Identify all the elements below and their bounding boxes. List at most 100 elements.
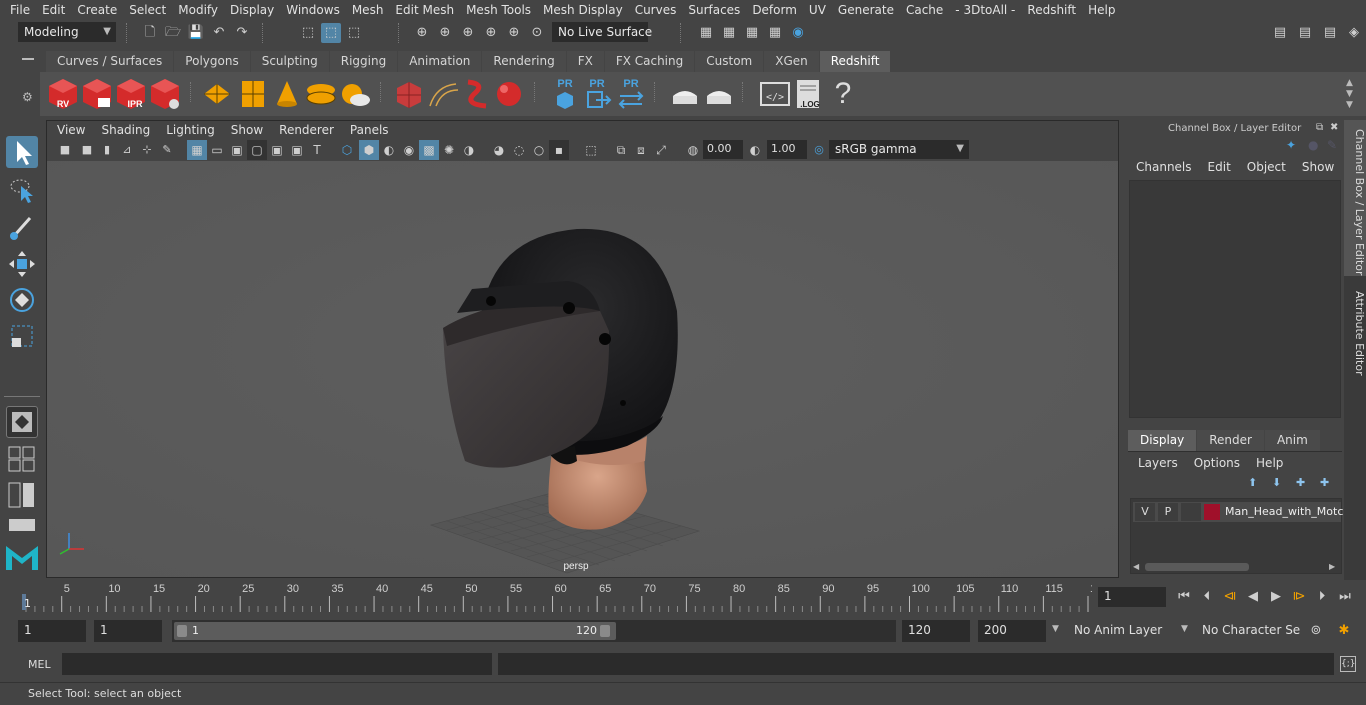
shelf-scroll-icon[interactable]: ▲ ▼ ▼ <box>1346 78 1353 111</box>
channel-menu-show[interactable]: Show <box>1294 160 1342 174</box>
gamma-icon[interactable]: ◐ <box>745 140 765 160</box>
side-tab-channel-box[interactable]: Channel Box / Layer Editor <box>1344 120 1366 276</box>
gate-mask-icon[interactable]: ▢ <box>247 140 267 160</box>
undo-icon[interactable]: ↶ <box>209 23 229 43</box>
layer-menu-options[interactable]: Options <box>1186 456 1248 470</box>
menu-redshift[interactable]: Redshift <box>1021 3 1082 17</box>
shelf-tab-rendering[interactable]: Rendering <box>482 51 566 72</box>
menu-help[interactable]: Help <box>1082 3 1121 17</box>
menu-deform[interactable]: Deform <box>746 3 803 17</box>
menu-uv[interactable]: UV <box>803 3 832 17</box>
redshift-sun-sky-icon[interactable] <box>338 76 372 112</box>
scene-start-field[interactable]: 1 <box>18 620 86 642</box>
menu-select[interactable]: Select <box>123 3 172 17</box>
move-layer-up-icon[interactable]: ⬆ <box>1248 476 1257 489</box>
isolate-select-icon[interactable]: ⬚ <box>581 140 601 160</box>
antialias-icon[interactable]: ○ <box>529 140 549 160</box>
anim-prefs-icon[interactable]: ✱ <box>1334 621 1354 641</box>
xray-components-icon[interactable]: ⤢ <box>651 140 671 160</box>
shadows-icon[interactable]: ◑ <box>459 140 479 160</box>
2d-pan-icon[interactable]: ⊹ <box>137 140 157 160</box>
layer-name[interactable]: Man_Head_with_Motc <box>1225 505 1343 518</box>
tool-settings-icon[interactable]: ▤ <box>1320 23 1340 43</box>
snap-pivot-icon[interactable]: ⊙ <box>527 23 547 43</box>
channel-menu-channels[interactable]: Channels <box>1128 160 1200 174</box>
menu-display[interactable]: Display <box>224 3 280 17</box>
script-editor-button-icon[interactable]: {;} <box>1340 656 1356 672</box>
shelf-tab-redshift[interactable]: Redshift <box>819 51 891 72</box>
range-end-grip[interactable] <box>600 625 610 637</box>
character-set-dropdown[interactable]: No Character Set <box>1196 620 1300 642</box>
time-slider[interactable]: 5 10 15 20 25 30 35 40 45 50 55 60 65 70 75 80 85 90 95 100… <box>0 580 1366 614</box>
safe-action-icon[interactable]: ▣ <box>287 140 307 160</box>
side-tab-attribute-editor[interactable]: Attribute Editor <box>1344 280 1366 380</box>
layer-menu-help[interactable]: Help <box>1248 456 1291 470</box>
layer-scrollbar[interactable]: ◀ ▶ <box>1133 561 1339 572</box>
hyper-icon[interactable]: ✎ <box>1327 138 1337 152</box>
bookmark-icon[interactable]: ▮ <box>97 140 117 160</box>
redshift-batch-icon[interactable] <box>80 76 114 112</box>
menu-windows[interactable]: Windows <box>280 3 346 17</box>
play-forwards-icon[interactable]: ▶ <box>1266 587 1286 607</box>
shelf-tab-polygons[interactable]: Polygons <box>174 51 250 72</box>
xray-icon[interactable]: ⧉ <box>611 140 631 160</box>
menu-edit[interactable]: Edit <box>36 3 71 17</box>
wireframe-icon[interactable]: ⬡ <box>337 140 357 160</box>
pr-swap-icon[interactable]: PR <box>614 76 648 112</box>
redshift-ies-light-icon[interactable] <box>304 76 338 112</box>
motion-blur-icon[interactable]: ◌ <box>509 140 529 160</box>
shelf-tab-curves-surfaces[interactable]: Curves / Surfaces <box>46 51 174 72</box>
hypershade-icon[interactable]: ◉ <box>788 23 808 43</box>
viewport-menu-view[interactable]: View <box>49 123 93 137</box>
redshift-hair-icon[interactable] <box>426 76 460 112</box>
close-icon[interactable]: ✖ <box>1330 122 1338 133</box>
shelf-menu-icon[interactable] <box>22 58 34 68</box>
shelf-tab-fx[interactable]: FX <box>566 51 604 72</box>
chevron-down-icon[interactable]: ▼ <box>1052 624 1059 634</box>
range-slider-handle[interactable]: 1 120 <box>174 622 616 640</box>
step-forward-frame-icon[interactable]: ⧐ <box>1289 587 1309 607</box>
snap-view-icon[interactable]: ⊕ <box>481 23 501 43</box>
layer-tab-render[interactable]: Render <box>1197 430 1264 451</box>
float-icon[interactable]: ⧉ <box>1316 122 1323 133</box>
scroll-right-icon[interactable]: ▶ <box>1329 562 1335 571</box>
step-back-key-icon[interactable]: ⏴ <box>1197 587 1217 607</box>
current-frame-field[interactable]: 1 <box>1098 587 1166 607</box>
save-scene-icon[interactable]: 💾 <box>186 23 206 43</box>
go-to-start-icon[interactable]: ⏮ <box>1174 587 1194 607</box>
layer-tab-anim[interactable]: Anim <box>1264 430 1320 451</box>
layers-icon[interactable]: ◈ <box>1344 23 1364 43</box>
new-layer-selected-icon[interactable]: ✚ <box>1320 476 1329 489</box>
menu-3dtoall[interactable]: - 3DtoAll - <box>949 3 1021 17</box>
gamma-field[interactable]: 1.00 <box>767 140 807 159</box>
layout-four-icon[interactable] <box>8 446 36 472</box>
scroll-left-icon[interactable]: ◀ <box>1133 562 1139 571</box>
redshift-render-view-icon[interactable]: RV <box>46 76 80 112</box>
playback-start-field[interactable]: 1 <box>94 620 162 642</box>
go-to-end-icon[interactable]: ⏭ <box>1335 587 1355 607</box>
redshift-area-light-icon[interactable] <box>236 76 270 112</box>
smooth-shade-icon[interactable]: ⬢ <box>359 140 379 160</box>
layer-tab-display[interactable]: Display <box>1128 430 1197 451</box>
live-surface-field[interactable]: No Live Surface <box>552 22 652 42</box>
select-hierarchy-icon[interactable]: ⬚ <box>298 23 318 43</box>
redshift-quad-light-icon[interactable] <box>200 76 234 112</box>
channel-list[interactable] <box>1129 180 1341 418</box>
menu-file[interactable]: File <box>4 3 36 17</box>
redshift-settings-icon[interactable] <box>148 76 182 112</box>
textured-icon[interactable]: ▩ <box>419 140 439 160</box>
anim-layer-dropdown[interactable]: No Anim Layer <box>1068 620 1178 642</box>
layer-visibility-toggle[interactable]: V <box>1135 503 1155 521</box>
menu-generate[interactable]: Generate <box>832 3 900 17</box>
menu-mesh-tools[interactable]: Mesh Tools <box>460 3 537 17</box>
scroll-thumb[interactable] <box>1145 563 1249 571</box>
auto-key-icon[interactable]: ⊚ <box>1306 621 1326 641</box>
menu-surfaces[interactable]: Surfaces <box>682 3 746 17</box>
snap-surface-icon[interactable]: ⊕ <box>504 23 524 43</box>
layout-single-icon[interactable] <box>6 406 38 438</box>
manipulator-icon[interactable]: ✦ <box>1286 138 1296 152</box>
redo-icon[interactable]: ↷ <box>232 23 252 43</box>
open-scene-icon[interactable]: 🗁 <box>163 23 183 43</box>
redshift-volume-icon[interactable] <box>460 76 494 112</box>
viewport-menu-shading[interactable]: Shading <box>93 123 158 137</box>
